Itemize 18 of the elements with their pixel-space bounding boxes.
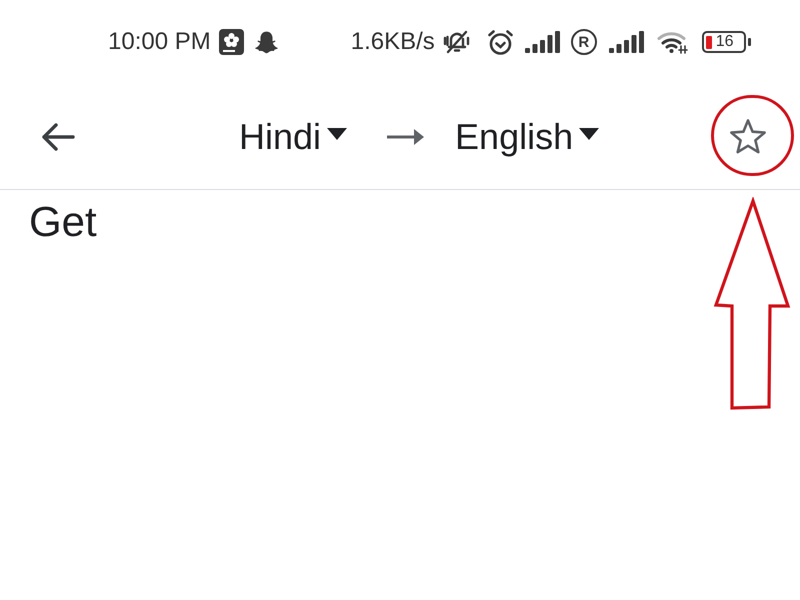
muted-bell-icon	[442, 28, 471, 56]
status-time: 10:00 PM	[108, 30, 211, 54]
arrow-left-icon	[40, 122, 76, 152]
ghost-icon	[254, 30, 279, 54]
caret-icon	[579, 128, 600, 140]
signal-bars-icon	[524, 31, 561, 53]
text-input[interactable]: Get	[0, 190, 800, 260]
wifi-icon	[656, 30, 688, 54]
network-speed: 1.6KB/s	[350, 30, 435, 54]
target-language-dropdown[interactable]: English	[455, 118, 600, 154]
source-language-dropdown[interactable]: Hindi	[239, 118, 348, 154]
arrow-right-icon[interactable]	[387, 128, 424, 146]
battery-indicator: 16	[702, 31, 751, 53]
book-icon	[218, 29, 244, 55]
signal-bars-icon	[608, 31, 645, 53]
caret-icon	[327, 128, 348, 140]
alarm-clock-icon	[486, 28, 514, 56]
roaming-indicator: R	[570, 29, 597, 55]
